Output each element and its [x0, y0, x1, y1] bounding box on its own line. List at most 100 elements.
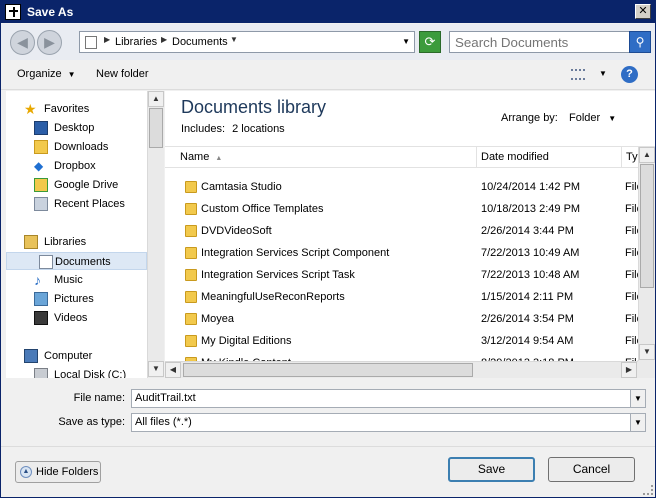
column-headers: Name ▲ Date modified Ty: [165, 146, 655, 168]
scroll-thumb[interactable]: [149, 108, 163, 148]
column-name-label: Name: [180, 151, 210, 163]
hide-folders-label: Hide Folders: [36, 466, 99, 478]
file-list-pane: Documents library Includes: 2 locations …: [165, 91, 655, 378]
table-row[interactable]: Moyea 2/26/2014 3:54 PM File: [165, 308, 643, 330]
close-button[interactable]: ✕: [635, 4, 651, 19]
file-name: My Digital Editions: [201, 335, 292, 347]
file-name-dropdown-icon[interactable]: ▼: [630, 389, 646, 408]
tree-item-videos[interactable]: Videos: [34, 309, 144, 327]
tree-item-label: Pictures: [54, 293, 94, 305]
breadcrumb-chevron-icon[interactable]: ▼: [230, 35, 238, 44]
breadcrumb-libraries[interactable]: Libraries: [115, 36, 157, 48]
footer-divider: [1, 446, 655, 447]
view-dropdown-icon[interactable]: ▼: [599, 69, 607, 78]
help-icon[interactable]: ?: [621, 66, 638, 83]
breadcrumb-documents[interactable]: Documents: [172, 36, 228, 48]
view-options-icon[interactable]: [571, 69, 585, 80]
arrange-value: Folder: [569, 112, 601, 124]
scroll-right-icon[interactable]: ▶: [621, 362, 637, 378]
tree-item-label: Documents: [55, 256, 111, 268]
library-title: Documents library: [181, 97, 327, 117]
table-row[interactable]: MeaningfulUseReconReports 1/15/2014 2:11 …: [165, 286, 643, 308]
desktop-icon: [34, 121, 48, 135]
table-row[interactable]: Integration Services Script Task 7/22/201…: [165, 264, 643, 286]
tree-item-recent-places[interactable]: Recent Places: [34, 195, 144, 213]
organize-button[interactable]: Organize ▼: [17, 68, 76, 80]
file-name: Integration Services Script Component: [201, 247, 390, 259]
folder-icon: [185, 225, 197, 237]
arrange-by-dropdown[interactable]: Folder ▼: [569, 112, 616, 124]
save-as-type-label: Save as type:: [58, 416, 125, 428]
hide-folders-button[interactable]: ▲ Hide Folders: [15, 461, 101, 483]
navigation-scrollbar[interactable]: ▲ ▼: [147, 91, 164, 378]
file-date: 7/22/2013 10:48 AM: [481, 269, 580, 281]
cancel-button[interactable]: Cancel: [548, 457, 635, 482]
search-input[interactable]: [449, 31, 631, 53]
tree-item-documents[interactable]: Documents: [6, 252, 147, 270]
breadcrumb-chevron-icon[interactable]: ▶: [104, 35, 110, 44]
resize-grip-icon[interactable]: [643, 485, 653, 495]
address-bar[interactable]: ▶ Libraries ▶ Documents ▼ ▼: [79, 31, 415, 53]
refresh-icon[interactable]: ⟳: [419, 31, 441, 53]
file-name: Integration Services Script Task: [201, 269, 355, 281]
scroll-thumb[interactable]: [640, 164, 654, 288]
tree-item-label: Downloads: [54, 141, 109, 153]
table-row[interactable]: DVDVideoSoft 2/26/2014 3:44 PM File: [165, 220, 643, 242]
scroll-left-icon[interactable]: ◀: [165, 362, 181, 378]
table-row[interactable]: Camtasia Studio 10/24/2014 1:42 PM File: [165, 176, 643, 198]
table-row[interactable]: My Digital Editions 3/12/2014 9:54 AM File: [165, 330, 643, 352]
horizontal-scroll-thumb[interactable]: [183, 363, 473, 377]
tree-item-google-drive[interactable]: Google Drive: [34, 176, 144, 194]
file-date: 3/12/2014 9:54 AM: [481, 335, 574, 347]
tree-item-downloads[interactable]: Downloads: [34, 138, 144, 156]
file-date: 10/24/2014 1:42 PM: [481, 181, 581, 193]
folder-icon: [85, 36, 97, 49]
file-date: 7/22/2013 10:49 AM: [481, 247, 580, 259]
tree-item-favorites[interactable]: ★ Favorites: [24, 100, 144, 118]
breadcrumb-chevron-icon[interactable]: ▶: [161, 35, 167, 44]
scroll-down-icon[interactable]: ▼: [148, 361, 164, 377]
chevron-down-icon: ▼: [608, 114, 617, 123]
save-button[interactable]: Save: [448, 457, 535, 482]
includes-label: Includes:: [181, 123, 226, 135]
file-date: 2/26/2014 3:54 PM: [481, 313, 574, 325]
includes-locations-link[interactable]: 2 locations: [232, 123, 285, 135]
scroll-down-icon[interactable]: ▼: [639, 344, 655, 360]
command-bar: Organize ▼ New folder ▼ ?: [1, 60, 655, 90]
tree-item-label: Favorites: [44, 103, 90, 115]
column-date-modified[interactable]: Date modified: [477, 147, 622, 168]
file-name-field[interactable]: AuditTrail.txt: [131, 389, 631, 408]
file-name: Camtasia Studio: [201, 181, 282, 193]
forward-button[interactable]: ▶: [37, 30, 62, 55]
back-button[interactable]: ◀: [10, 30, 35, 55]
file-name: DVDVideoSoft: [201, 225, 272, 237]
tree-item-music[interactable]: ♪ Music: [34, 271, 144, 289]
table-row[interactable]: Custom Office Templates 10/18/2013 2:49 P…: [165, 198, 643, 220]
file-list-horizontal-scrollbar[interactable]: ◀ ▶: [165, 361, 638, 378]
tree-item-pictures[interactable]: Pictures: [34, 290, 144, 308]
table-row[interactable]: Integration Services Script Component 7/2…: [165, 242, 643, 264]
chevron-down-icon: ▼: [67, 70, 76, 79]
file-list-scrollbar[interactable]: ▲ ▼: [638, 147, 655, 361]
tree-item-computer[interactable]: Computer: [24, 347, 144, 365]
column-name[interactable]: Name ▲: [165, 147, 477, 168]
star-icon: ★: [24, 101, 37, 117]
file-name: Custom Office Templates: [201, 203, 324, 215]
tree-item-dropbox[interactable]: ◆ Dropbox: [34, 157, 144, 175]
title-bar: Save As ✕: [1, 1, 655, 23]
arrange-label: Arrange by:: [501, 112, 558, 124]
tree-item-libraries[interactable]: Libraries: [24, 233, 144, 251]
tree-item-desktop[interactable]: Desktop: [34, 119, 144, 137]
new-folder-button[interactable]: New folder: [96, 68, 149, 80]
save-as-type-select[interactable]: All files (*.*): [131, 413, 631, 432]
pictures-icon: [34, 292, 48, 306]
tree-item-label: Google Drive: [54, 179, 119, 191]
scroll-up-icon[interactable]: ▲: [639, 147, 655, 163]
save-as-type-dropdown-icon[interactable]: ▼: [630, 413, 646, 432]
search-icon[interactable]: ⚲: [629, 31, 651, 53]
address-dropdown-icon[interactable]: ▼: [402, 37, 410, 46]
tree-item-local-disk[interactable]: Local Disk (C:): [34, 366, 144, 378]
computer-icon: [24, 349, 38, 363]
file-date: 1/15/2014 2:11 PM: [481, 291, 574, 303]
scroll-up-icon[interactable]: ▲: [148, 91, 164, 107]
